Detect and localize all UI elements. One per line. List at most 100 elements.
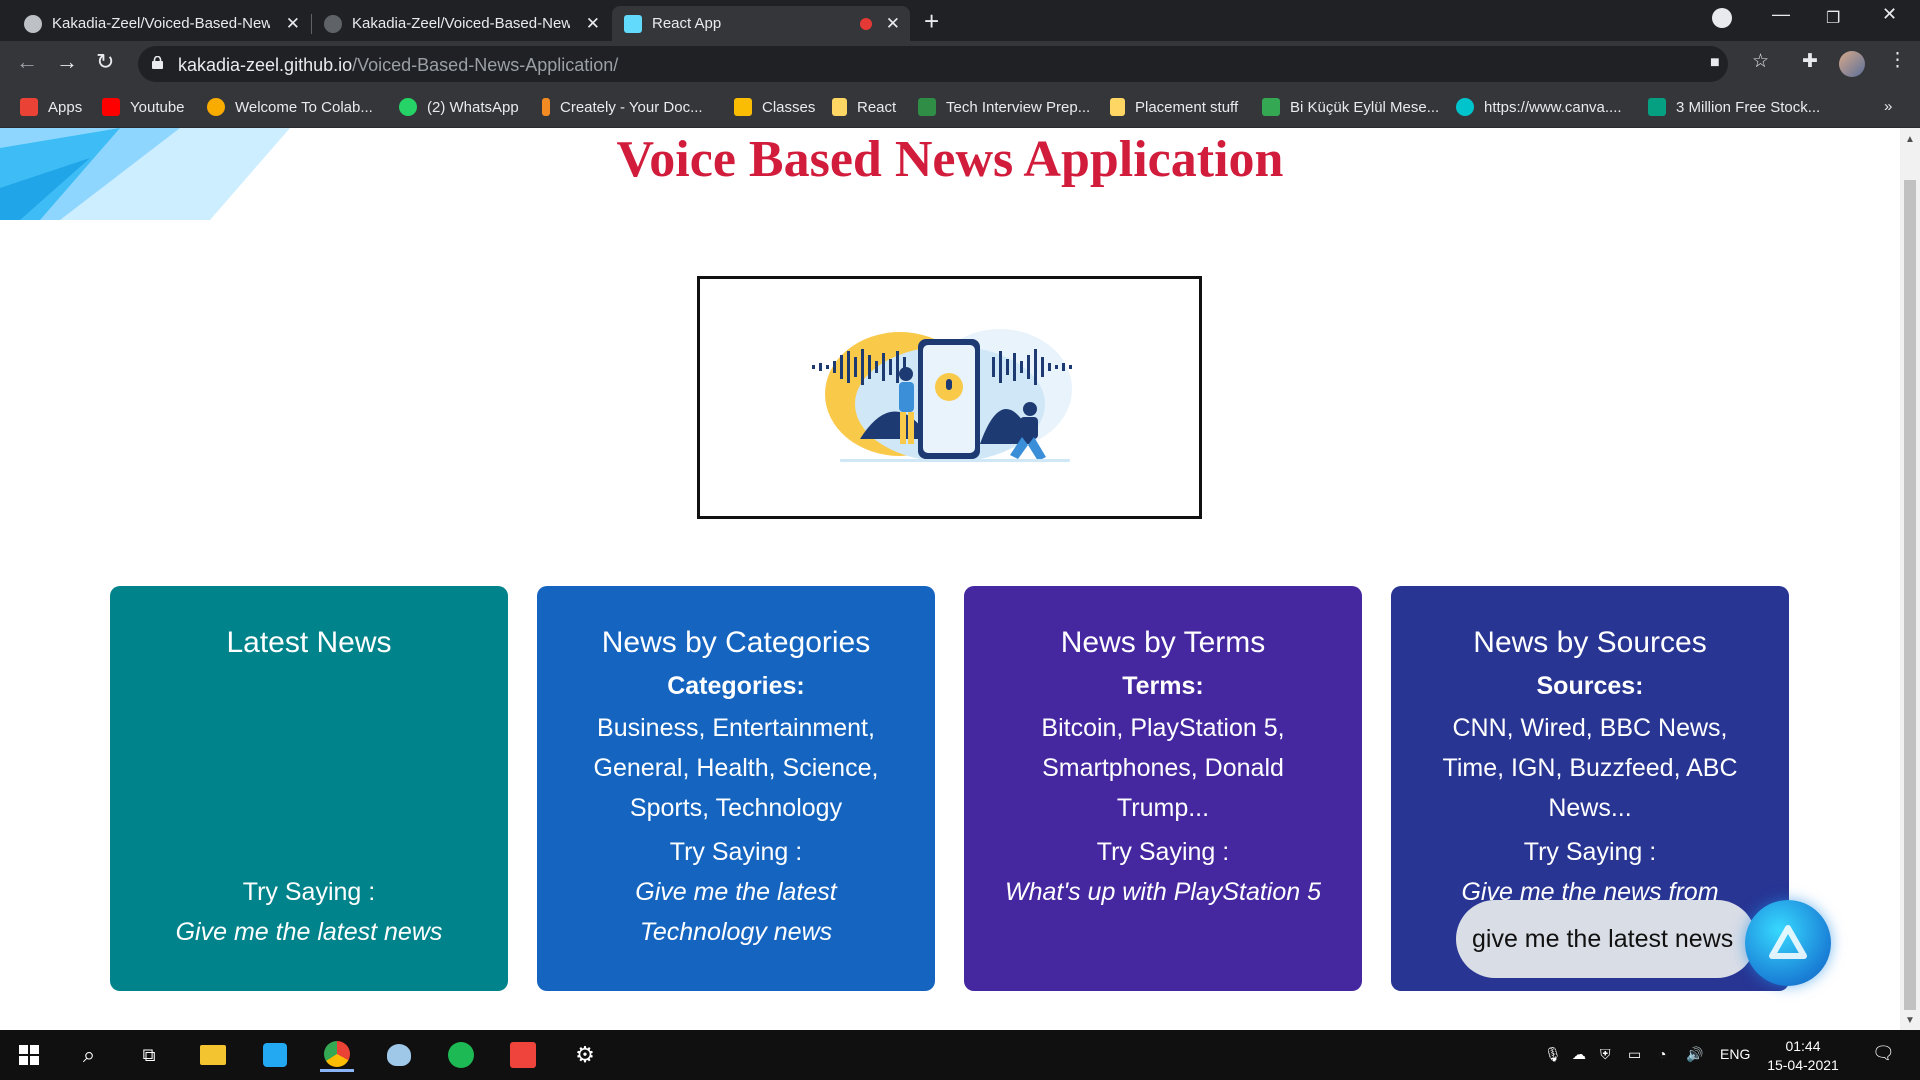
notifications-icon[interactable]: 🗨 bbox=[1872, 1043, 1895, 1064]
bookmark-classes[interactable]: Classes bbox=[734, 98, 815, 116]
minimize-button[interactable]: — bbox=[1772, 4, 1790, 25]
new-tab-button[interactable]: + bbox=[924, 6, 939, 36]
anydesk-icon[interactable] bbox=[506, 1038, 540, 1072]
bookmark-colab[interactable]: Welcome To Colab... bbox=[207, 98, 373, 116]
battery-icon[interactable]: ▭ bbox=[1628, 1046, 1641, 1063]
security-shield-icon[interactable]: ⛨ bbox=[1600, 1046, 1611, 1063]
back-arrow-icon[interactable]: ← bbox=[16, 49, 38, 75]
bookmark-creately[interactable]: Creately - Your Doc... bbox=[542, 98, 703, 116]
alan-recognized-text-bubble: give me the latest news bbox=[1456, 900, 1756, 978]
bookmark-label: 3 Million Free Stock... bbox=[1676, 98, 1821, 116]
bookmark-stock[interactable]: 3 Million Free Stock... bbox=[1648, 98, 1820, 116]
bookmark-label: (2) WhatsApp bbox=[427, 98, 519, 116]
language-indicator[interactable]: ENG bbox=[1720, 1046, 1750, 1062]
bookmark-folder-placement[interactable]: Placement stuff bbox=[1110, 98, 1238, 116]
tab-search-icon[interactable] bbox=[1712, 8, 1732, 28]
tab-title: React App bbox=[652, 15, 722, 32]
task-view-icon[interactable]: ⧉ bbox=[132, 1038, 166, 1072]
card-example: What's up with PlayStation 5 bbox=[1004, 878, 1322, 906]
tab-react-app[interactable]: React App ✕ bbox=[612, 6, 910, 41]
scrollbar-thumb[interactable] bbox=[1904, 180, 1916, 1010]
clock-time: 01:44 bbox=[1785, 1038, 1821, 1054]
card-heading: News by Terms bbox=[1060, 626, 1266, 659]
vscode-icon[interactable] bbox=[258, 1038, 292, 1072]
search-icon[interactable]: ⌕ bbox=[72, 1038, 106, 1072]
bookmark-tech-interview[interactable]: Tech Interview Prep... bbox=[918, 98, 1090, 116]
close-window-button[interactable]: ✕ bbox=[1882, 4, 1897, 25]
more-bookmarks-chevron-icon[interactable]: » bbox=[1884, 98, 1892, 115]
alan-voice-button[interactable] bbox=[1745, 900, 1831, 986]
bookmark-label: https://www.canva.... bbox=[1484, 98, 1622, 116]
react-icon bbox=[624, 14, 642, 33]
address-bar[interactable]: kakadia-zeel.github.io/Voiced-Based-News… bbox=[138, 46, 1728, 82]
bookmarks-bar: Apps Youtube Welcome To Colab... (2) Wha… bbox=[0, 88, 1920, 128]
bookmark-folder-react[interactable]: React bbox=[832, 98, 896, 116]
extensions-icon[interactable]: ✚ bbox=[1802, 50, 1818, 73]
close-tab-icon[interactable]: ✕ bbox=[886, 14, 900, 34]
scroll-down-arrow-icon[interactable]: ▼ bbox=[1905, 1015, 1915, 1026]
bookmark-label: Apps bbox=[48, 98, 83, 116]
microphone-icon[interactable]: 🎙 bbox=[1544, 1046, 1562, 1063]
card-heading: News by Categories bbox=[601, 626, 871, 659]
bookmark-whatsapp[interactable]: (2) WhatsApp bbox=[399, 98, 519, 116]
spotify-icon[interactable] bbox=[444, 1038, 478, 1072]
card-subheading: Categories: bbox=[667, 672, 805, 700]
menu-kebab-icon[interactable]: ⋮ bbox=[1888, 49, 1907, 72]
bookmark-label: Youtube bbox=[130, 98, 185, 116]
bookmark-label: React bbox=[857, 98, 897, 116]
page-title: Voice Based News Application bbox=[616, 131, 1284, 188]
card-example: Give me the latest Technology news bbox=[635, 878, 837, 946]
bookmark-label: Classes bbox=[762, 98, 816, 116]
tab-title: Kakadia-Zeel/Voiced-Based-New bbox=[52, 15, 270, 32]
bookmark-star-icon[interactable]: ☆ bbox=[1752, 50, 1769, 73]
onedrive-icon[interactable]: ☁ bbox=[1572, 1046, 1586, 1063]
close-tab-icon[interactable]: ✕ bbox=[586, 14, 600, 34]
youtube-icon bbox=[102, 98, 120, 116]
paint-icon[interactable] bbox=[382, 1038, 416, 1072]
restore-button[interactable]: ❐ bbox=[1826, 8, 1840, 28]
windows-start-icon[interactable] bbox=[12, 1038, 46, 1072]
card-example: Give me the latest news bbox=[175, 918, 443, 946]
card-try-label: Try Saying : bbox=[1523, 838, 1657, 866]
browser-toolbar: ← → ↻ kakadia-zeel.github.io/Voiced-Base… bbox=[0, 41, 1920, 88]
card-try-label: Try Saying : bbox=[242, 878, 376, 906]
tab-github-1[interactable]: Kakadia-Zeel/Voiced-Based-New ✕ bbox=[12, 6, 310, 41]
tab-github-2[interactable]: Kakadia-Zeel/Voiced-Based-New ✕ bbox=[312, 6, 610, 41]
stock-icon bbox=[1648, 98, 1666, 116]
scroll-up-arrow-icon[interactable]: ▲ bbox=[1905, 134, 1915, 145]
wifi-icon[interactable]: ◔ bbox=[1658, 1046, 1666, 1062]
alan-logo-icon bbox=[1769, 925, 1807, 959]
card-try-label: Try Saying : bbox=[1096, 838, 1230, 866]
card-subheading: Sources: bbox=[1536, 672, 1644, 700]
system-clock[interactable]: 01:44 15-04-2021 bbox=[1756, 1037, 1850, 1075]
bookmark-label: Welcome To Colab... bbox=[235, 98, 373, 116]
profile-avatar[interactable] bbox=[1839, 51, 1865, 77]
bookmark-canva[interactable]: https://www.canva.... bbox=[1456, 98, 1622, 116]
windows-taskbar: ⌕ ⧉ ⚙ 🎙 ☁ ⛨ ▭ ◔ 🔊 ENG 01:44 15-04-2021 🗨 bbox=[0, 1030, 1920, 1080]
web-page: Voice Based News Application Latest News… bbox=[0, 128, 1900, 1030]
bookmark-bi-kucuk[interactable]: Bi Küçük Eylül Mese... bbox=[1262, 98, 1439, 116]
close-tab-icon[interactable]: ✕ bbox=[286, 14, 300, 34]
card-news-by-terms[interactable]: News by Terms Terms: Bitcoin, PlayStatio… bbox=[964, 586, 1362, 991]
reload-icon[interactable]: ↻ bbox=[96, 49, 114, 75]
hero-illustration bbox=[697, 276, 1202, 519]
whatsapp-icon bbox=[399, 98, 417, 116]
volume-icon[interactable]: 🔊 bbox=[1686, 1046, 1703, 1063]
url-host: kakadia-zeel.github.io bbox=[178, 55, 353, 75]
card-list: CNN, Wired, BBC News, Time, IGN, Buzzfee… bbox=[1442, 714, 1738, 822]
page-scrollbar[interactable]: ▲ ▼ bbox=[1900, 128, 1920, 1030]
forward-arrow-icon[interactable]: → bbox=[56, 49, 78, 75]
chrome-icon[interactable] bbox=[320, 1038, 354, 1072]
card-news-by-categories[interactable]: News by Categories Categories: Business,… bbox=[537, 586, 935, 991]
github-icon bbox=[324, 14, 342, 33]
file-explorer-icon[interactable] bbox=[196, 1038, 230, 1072]
w-icon bbox=[1262, 98, 1280, 116]
tab-title: Kakadia-Zeel/Voiced-Based-New bbox=[352, 15, 570, 32]
apps-grid-icon bbox=[20, 98, 38, 116]
settings-gear-icon[interactable]: ⚙ bbox=[568, 1038, 602, 1072]
folder-icon bbox=[1110, 98, 1125, 116]
camera-in-use-icon[interactable]: ■ bbox=[1710, 54, 1720, 72]
bookmark-apps[interactable]: Apps bbox=[20, 98, 82, 116]
card-latest-news[interactable]: Latest News Try Saying : Give me the lat… bbox=[110, 586, 508, 991]
bookmark-youtube[interactable]: Youtube bbox=[102, 98, 185, 116]
